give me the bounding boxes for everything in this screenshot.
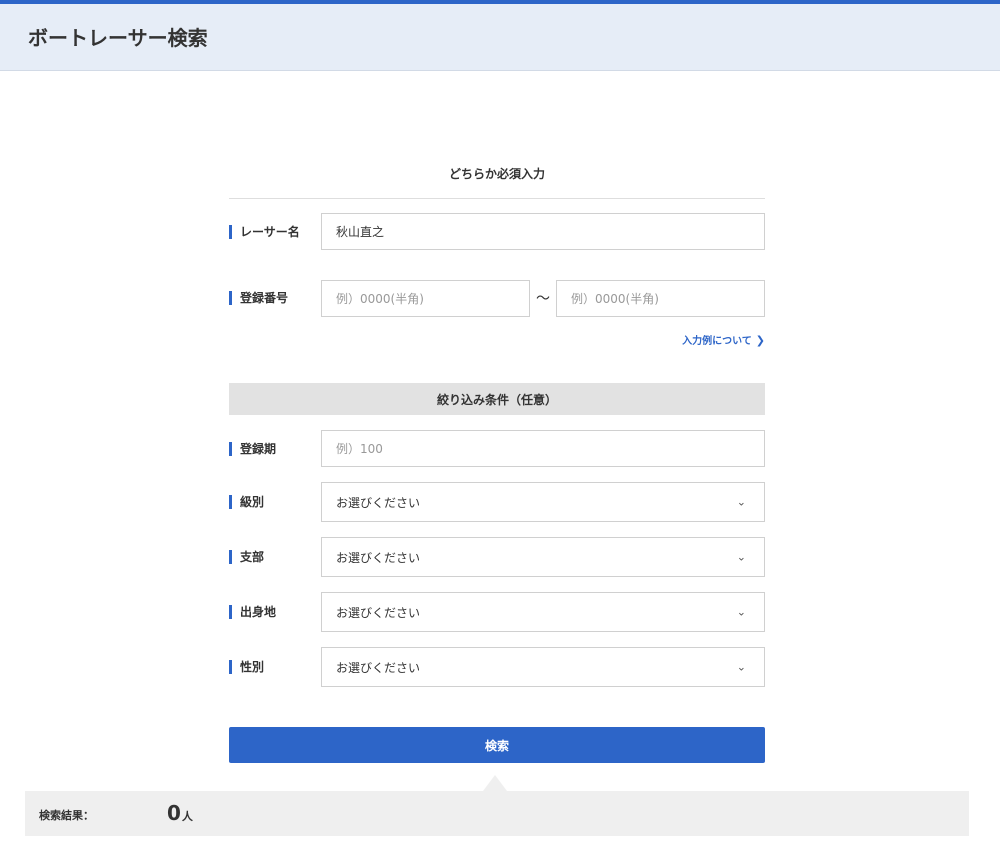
range-separator: ～ xyxy=(536,291,550,307)
page-title: ボートレーサー検索 xyxy=(28,26,208,50)
input-example-link-label: 入力例について xyxy=(682,336,752,347)
gender-label: 性別 xyxy=(229,660,264,674)
results-count-group: 0人 xyxy=(167,801,193,825)
term-label: 登録期 xyxy=(229,442,276,456)
branch-label: 支部 xyxy=(229,550,264,564)
registration-number-to-input[interactable]: 例）0000(半角) xyxy=(556,280,765,317)
racer-name-input[interactable]: 秋山直之 xyxy=(321,213,765,250)
rank-select-value: お選びください xyxy=(336,495,421,510)
chevron-down-icon: ⌄ xyxy=(736,495,746,509)
registration-number-label: 登録番号 xyxy=(229,291,288,305)
results-count: 0 xyxy=(167,801,181,825)
rank-select[interactable]: お選びください ⌄ xyxy=(321,482,765,522)
branch-select[interactable]: お選びください ⌄ xyxy=(321,537,765,577)
racer-name-label: レーサー名 xyxy=(229,225,300,239)
gender-select[interactable]: お選びください ⌄ xyxy=(321,647,765,687)
chevron-down-icon: ⌄ xyxy=(736,605,746,619)
section-divider xyxy=(229,198,765,199)
birthplace-select-value: お選びください xyxy=(336,605,421,620)
term-input[interactable]: 例）100 xyxy=(321,430,765,467)
gender-select-value: お選びください xyxy=(336,660,421,675)
birthplace-label: 出身地 xyxy=(229,605,276,619)
results-label: 検索結果： xyxy=(39,809,94,822)
results-unit: 人 xyxy=(181,810,193,823)
registration-number-from-input[interactable]: 例）0000(半角) xyxy=(321,280,530,317)
results-bar: 検索結果： 0人 xyxy=(25,791,969,836)
birthplace-select[interactable]: お選びください ⌄ xyxy=(321,592,765,632)
filter-section-title: 絞り込み条件（任意） xyxy=(229,383,765,415)
rank-label: 級別 xyxy=(229,495,264,509)
chevron-down-icon: ⌄ xyxy=(736,660,746,674)
search-button[interactable]: 検索 xyxy=(229,727,765,763)
chevron-down-icon: ⌄ xyxy=(736,550,746,564)
page-header: ボートレーサー検索 xyxy=(0,4,1000,71)
input-example-link[interactable]: 入力例について ❯ xyxy=(660,332,765,347)
branch-select-value: お選びください xyxy=(336,550,421,565)
chevron-right-icon: ❯ xyxy=(755,334,765,347)
required-section-title: どちらか必須入力 xyxy=(448,167,545,181)
results-pointer xyxy=(483,775,507,791)
